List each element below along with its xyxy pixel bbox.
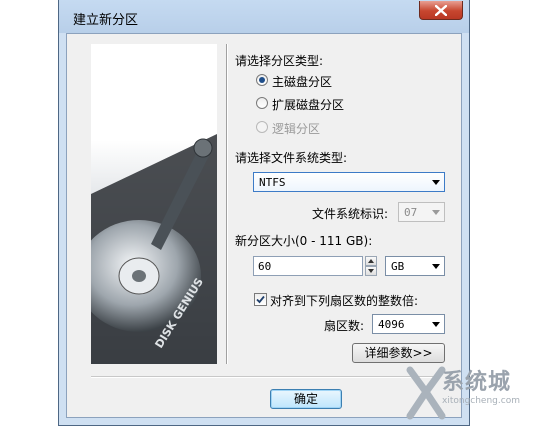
chevron-down-icon: [432, 180, 440, 185]
size-unit-dropdown[interactable]: GB: [385, 256, 445, 276]
sector-count-value: 4096: [378, 318, 405, 331]
filesystem-heading: 请选择文件系统类型:: [235, 151, 348, 165]
watermark-logo-icon: [406, 366, 446, 420]
stepper-up-icon[interactable]: [365, 256, 377, 266]
radio-extended-partition[interactable]: [256, 97, 268, 109]
vertical-separator: [226, 44, 228, 364]
title-bar[interactable]: 建立新分区: [59, 0, 469, 33]
filesystem-value: NTFS: [259, 176, 286, 189]
ok-button[interactable]: 确定: [270, 389, 342, 409]
site-watermark: 系统城 xitongcheng.com: [404, 358, 542, 426]
partition-size-heading: 新分区大小(0 - 111 GB):: [235, 234, 373, 248]
partition-size-input[interactable]: 60: [253, 256, 363, 276]
logical-partition-label: 逻辑分区: [272, 122, 321, 136]
align-sectors-checkbox[interactable]: [254, 293, 267, 306]
primary-partition-label[interactable]: 主磁盘分区: [272, 73, 332, 90]
sector-count-dropdown[interactable]: 4096: [372, 314, 445, 334]
filesystem-id-value: 07: [404, 206, 418, 219]
radio-primary-partition[interactable]: [256, 74, 268, 86]
hard-disk-illustration: DISK GENIUS: [91, 134, 217, 364]
chevron-down-icon: [432, 264, 440, 269]
stepper-down-icon[interactable]: [365, 266, 377, 276]
checkmark-icon: [256, 295, 265, 304]
partition-type-heading: 请选择分区类型:: [235, 54, 324, 68]
chevron-down-icon: [432, 322, 440, 327]
filesystem-id-label: 文件系统标识:: [312, 207, 389, 221]
footer-separator: [91, 376, 437, 378]
filesystem-dropdown[interactable]: NTFS: [253, 172, 445, 192]
chevron-down-icon: [432, 210, 440, 215]
extended-partition-label[interactable]: 扩展磁盘分区: [272, 96, 344, 113]
close-icon: [435, 4, 447, 16]
dialog-body: DISK GENIUS 请选择分区类型: 主磁盘分区 扩展磁盘分区 逻辑分区 请…: [66, 33, 462, 418]
dialog-title: 建立新分区: [73, 13, 139, 28]
size-unit-value: GB: [391, 260, 405, 273]
watermark-url: xitongcheng.com: [442, 396, 520, 406]
watermark-brand: 系统城: [442, 370, 512, 395]
radio-logical-partition: [256, 121, 268, 133]
sector-count-label: 扇区数:: [324, 319, 365, 333]
align-sectors-label[interactable]: 对齐到下列扇区数的整数倍:: [270, 292, 418, 309]
filesystem-id-dropdown: 07: [398, 202, 445, 222]
partition-size-value: 60: [258, 260, 272, 273]
close-button[interactable]: [419, 1, 463, 20]
partition-size-stepper[interactable]: [365, 256, 377, 276]
hard-disk-image: DISK GENIUS: [91, 44, 217, 364]
